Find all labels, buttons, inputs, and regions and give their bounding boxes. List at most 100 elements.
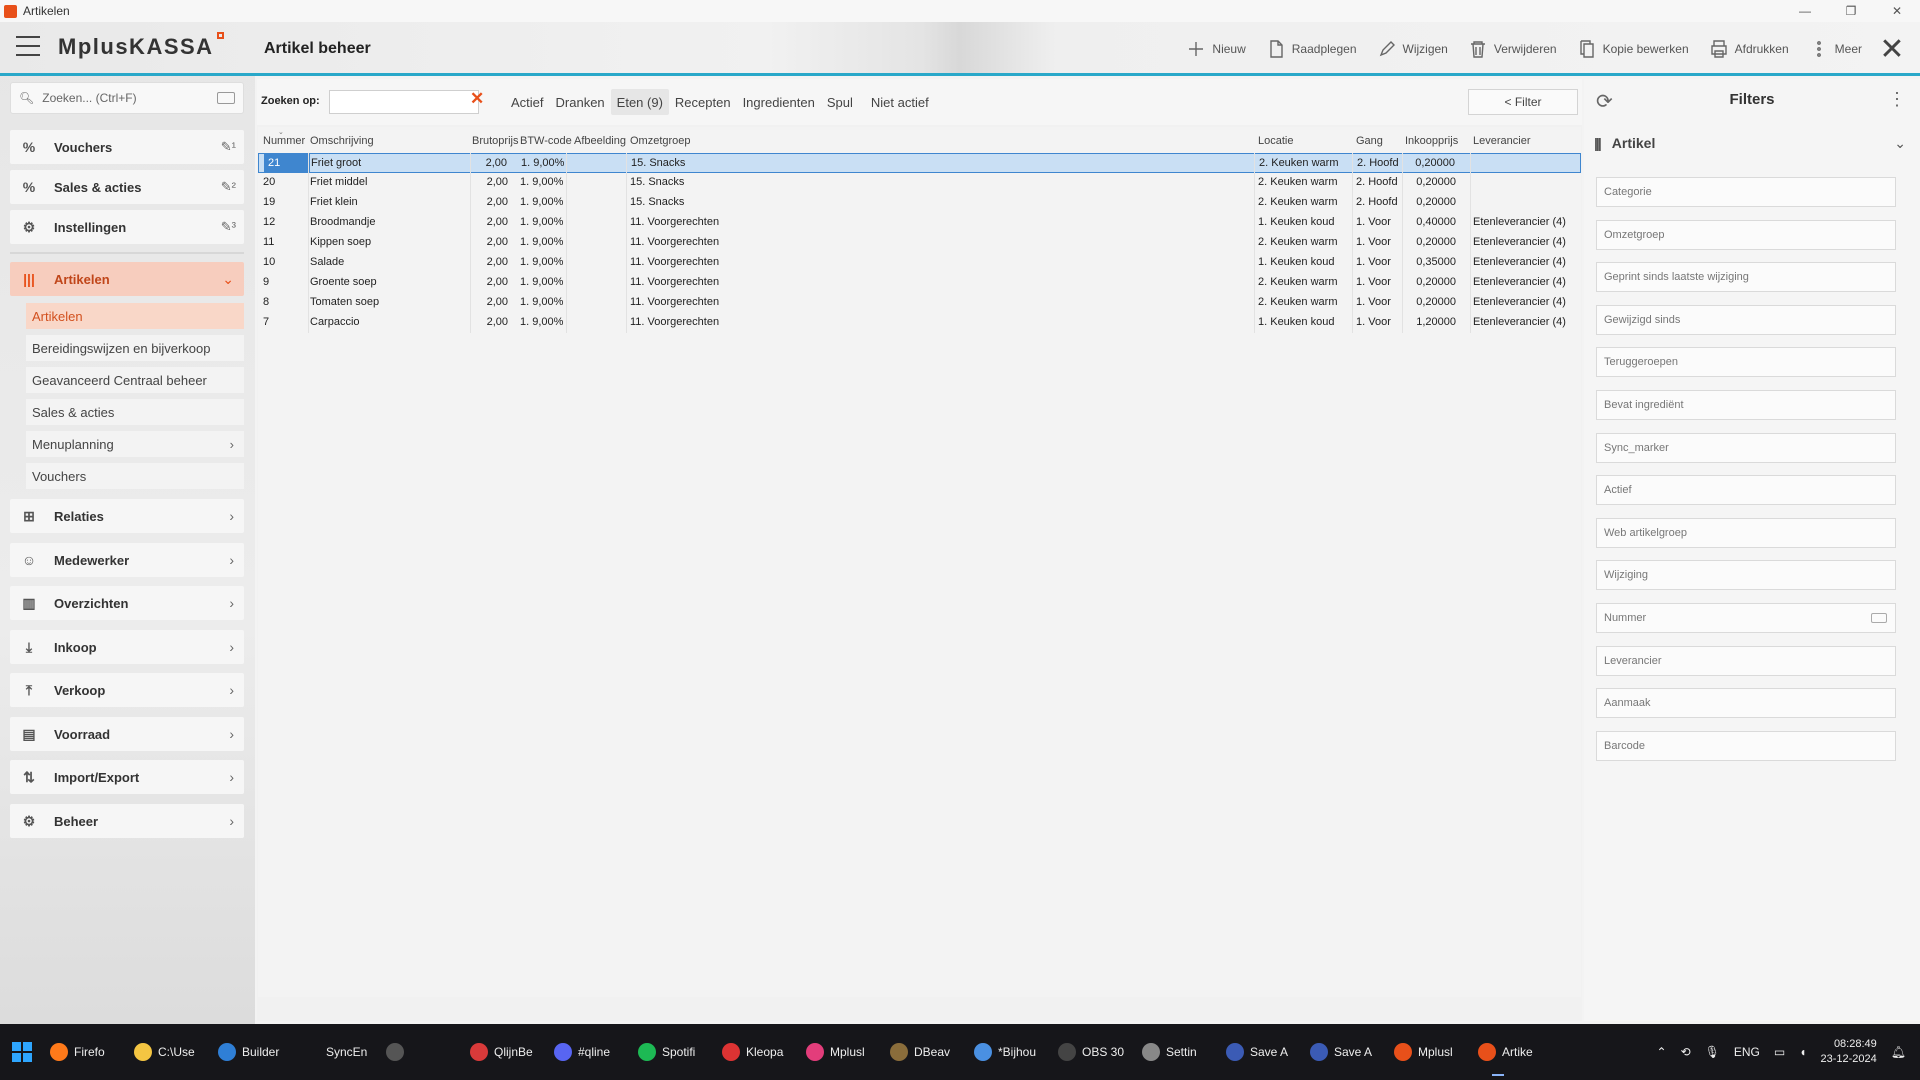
taskbar-app[interactable]: DBeav <box>884 1024 968 1080</box>
filter-field[interactable]: Actief <box>1596 475 1896 506</box>
microphone-icon[interactable]: 🎙︎ <box>1705 1045 1720 1059</box>
tab-spul[interactable]: Spul <box>821 89 859 115</box>
filter-field[interactable]: Web artikelgroep <box>1596 517 1896 548</box>
language-indicator[interactable]: ENG <box>1734 1045 1760 1059</box>
table-row[interactable]: 8 Tomaten soep 2,00 1. 9,00% 11. Voorgerecht… <box>258 293 1581 313</box>
sidebar-subitem-sales-acties[interactable]: Sales & acties <box>26 399 244 425</box>
filter-field[interactable]: Geprint sinds laatste wijziging <box>1596 262 1896 293</box>
filter-field[interactable]: Gewijzigd sinds <box>1596 304 1896 335</box>
taskbar-app[interactable]: Kleopa <box>716 1024 800 1080</box>
table-row[interactable]: 12 Broodmandje 2,00 1. 9,00% 11. Voorgerecht… <box>258 213 1581 233</box>
table-row[interactable]: 9 Groente soep 2,00 1. 9,00% 11. Voorgerecht… <box>258 273 1581 293</box>
taskbar-app[interactable]: Firefo <box>44 1024 128 1080</box>
pin-icon[interactable]: ✎² <box>221 179 236 195</box>
column-header[interactable]: Leverancier <box>1473 135 1530 147</box>
taskbar-app[interactable]: Mplusl <box>1388 1024 1472 1080</box>
column-header[interactable]: Omschrijving <box>310 135 374 147</box>
edit-button[interactable]: Wijzigen <box>1367 22 1458 76</box>
sidebar-subitem-menuplanning[interactable]: Menuplanning › <box>26 431 244 457</box>
taskbar-app[interactable]: Mplusl <box>800 1024 884 1080</box>
clock[interactable]: 08:28:49 23-12-2024 <box>1820 1037 1876 1067</box>
taskbar-app[interactable]: #qline <box>548 1024 632 1080</box>
chevron-up-icon[interactable]: ⌃ <box>1657 1045 1667 1059</box>
filter-field[interactable]: Barcode <box>1596 730 1896 761</box>
maximize-button[interactable]: ❐ <box>1828 0 1874 22</box>
sidebar-item-instellingen[interactable]: ⚙ Instellingen ✎³ <box>10 210 244 244</box>
sidebar-item-overzichten[interactable]: ▥ Overzichten › <box>10 586 244 620</box>
sidebar-item-voorraad[interactable]: ▤ Voorraad › <box>10 717 244 751</box>
sidebar-item-beheer[interactable]: ⚙ Beheer › <box>10 804 244 838</box>
tab-eten[interactable]: Eten (9) <box>610 89 669 115</box>
table-row[interactable]: 10 Salade 2,00 1. 9,00% 11. Voorgerechten 1. … <box>258 253 1581 273</box>
table-row[interactable]: 11 Kippen soep 2,00 1. 9,00% 11. Voorgerecht… <box>258 233 1581 253</box>
column-header[interactable]: Locatie <box>1258 135 1293 147</box>
column-header[interactable]: Brutoprijs <box>472 135 518 147</box>
sidebar-item-artikelen[interactable]: ||| Artikelen ⌄ <box>10 262 244 296</box>
copy-edit-button[interactable]: Kopie bewerken <box>1567 22 1699 76</box>
more-vertical-icon[interactable]: ⋮ <box>1888 89 1906 110</box>
taskbar-app[interactable]: Save A <box>1304 1024 1388 1080</box>
taskbar-app[interactable]: Settin <box>1136 1024 1220 1080</box>
search-input[interactable] <box>329 90 479 114</box>
taskbar-app[interactable]: SyncEn <box>296 1024 380 1080</box>
toggle-filter-button[interactable]: < Filter <box>1468 89 1578 115</box>
print-button[interactable]: Afdrukken <box>1699 22 1799 76</box>
table-row[interactable]: 20 Friet middel 2,00 1. 9,00% 15. Snacks 2. K… <box>258 173 1581 193</box>
sidebar-item-sales-acties[interactable]: % Sales & acties ✎² <box>10 170 244 204</box>
filter-field[interactable]: Bevat ingrediënt <box>1596 390 1896 420</box>
tab-actief[interactable]: Actief <box>505 89 550 115</box>
column-header[interactable]: BTW-code <box>520 135 572 147</box>
filter-field[interactable]: Categorie <box>1596 177 1896 207</box>
filter-field[interactable]: Omzetgroep <box>1596 219 1896 250</box>
sidebar-item-medewerker[interactable]: ☺ Medewerker › <box>10 543 244 577</box>
minimize-button[interactable]: — <box>1782 0 1828 22</box>
filter-field[interactable]: Leverancier <box>1596 645 1896 676</box>
volume-icon[interactable]: ◖ <box>1799 1045 1806 1059</box>
sidebar-search-input[interactable]: 🔍︎ Zoeken... (Ctrl+F) <box>10 82 244 114</box>
close-window-button[interactable]: ✕ <box>1874 0 1920 22</box>
column-header[interactable]: Nummer <box>263 135 305 147</box>
pin-icon[interactable]: ✎³ <box>221 219 236 235</box>
close-page-icon[interactable]: ✕ <box>1872 22 1912 76</box>
table-row[interactable]: 19 Friet klein 2,00 1. 9,00% 15. Snacks 2. Ke… <box>258 193 1581 213</box>
taskbar-app[interactable]: Save A <box>1220 1024 1304 1080</box>
sidebar-item-import-export[interactable]: ⇅ Import/Export › <box>10 760 244 794</box>
tab-ingredienten[interactable]: Ingredienten <box>737 89 821 115</box>
taskbar-app[interactable]: QlijnBe <box>464 1024 548 1080</box>
taskbar-app[interactable]: Builder <box>212 1024 296 1080</box>
keyboard-icon[interactable] <box>217 92 235 104</box>
filter-field[interactable]: Teruggeroepen <box>1596 347 1896 378</box>
filter-field[interactable]: Nummer <box>1596 603 1896 633</box>
taskbar-app[interactable]: Spotifi <box>632 1024 716 1080</box>
taskbar-app[interactable]: C:\Use <box>128 1024 212 1080</box>
sidebar-item-vouchers[interactable]: % Vouchers ✎¹ <box>10 130 244 164</box>
delete-button[interactable]: Verwijderen <box>1458 22 1567 76</box>
column-header[interactable]: Omzetgroep <box>630 135 691 147</box>
sidebar-item-relaties[interactable]: ⊞ Relaties › <box>10 499 244 533</box>
hamburger-menu-icon[interactable] <box>16 36 40 56</box>
column-header[interactable]: Gang <box>1356 135 1383 147</box>
tab-niet-actief[interactable]: Niet actief <box>865 89 935 115</box>
filter-field[interactable]: Wijziging <box>1596 560 1896 591</box>
taskbar-app[interactable]: Artike <box>1472 1024 1556 1080</box>
taskbar-app[interactable] <box>380 1024 464 1080</box>
clear-search-icon[interactable]: ✕ <box>470 89 484 109</box>
sidebar-subitem-bereidingswijzen[interactable]: Bereidingswijzen en bijverkoop <box>26 335 244 361</box>
taskbar-app[interactable]: OBS 30 <box>1052 1024 1136 1080</box>
pin-icon[interactable]: ✎¹ <box>221 139 236 155</box>
notification-icon[interactable]: 🔔︎ <box>1891 1045 1906 1059</box>
sidebar-subitem-vouchers[interactable]: Vouchers <box>26 463 244 489</box>
view-button[interactable]: Raadplegen <box>1256 22 1367 76</box>
sidebar-subitem-artikelen[interactable]: Artikelen <box>26 303 244 329</box>
sidebar-subitem-geavanceerd[interactable]: Geavanceerd Centraal beheer <box>26 367 244 393</box>
column-header[interactable]: Afbeelding <box>574 135 626 147</box>
start-button[interactable] <box>0 1024 44 1080</box>
taskbar-app[interactable]: *Bijhou <box>968 1024 1052 1080</box>
column-header[interactable]: Inkoopprijs <box>1405 135 1458 147</box>
sync-icon[interactable]: ⟲ <box>1681 1045 1691 1059</box>
network-icon[interactable]: ▭ <box>1774 1045 1785 1059</box>
more-button[interactable]: Meer <box>1799 22 1872 76</box>
filter-section-artikel[interactable]: ||| Artikel ⌄ <box>1594 129 1908 157</box>
sidebar-item-verkoop[interactable]: ⤒ Verkoop › <box>10 673 244 707</box>
filter-field[interactable]: Aanmaak <box>1596 688 1896 719</box>
